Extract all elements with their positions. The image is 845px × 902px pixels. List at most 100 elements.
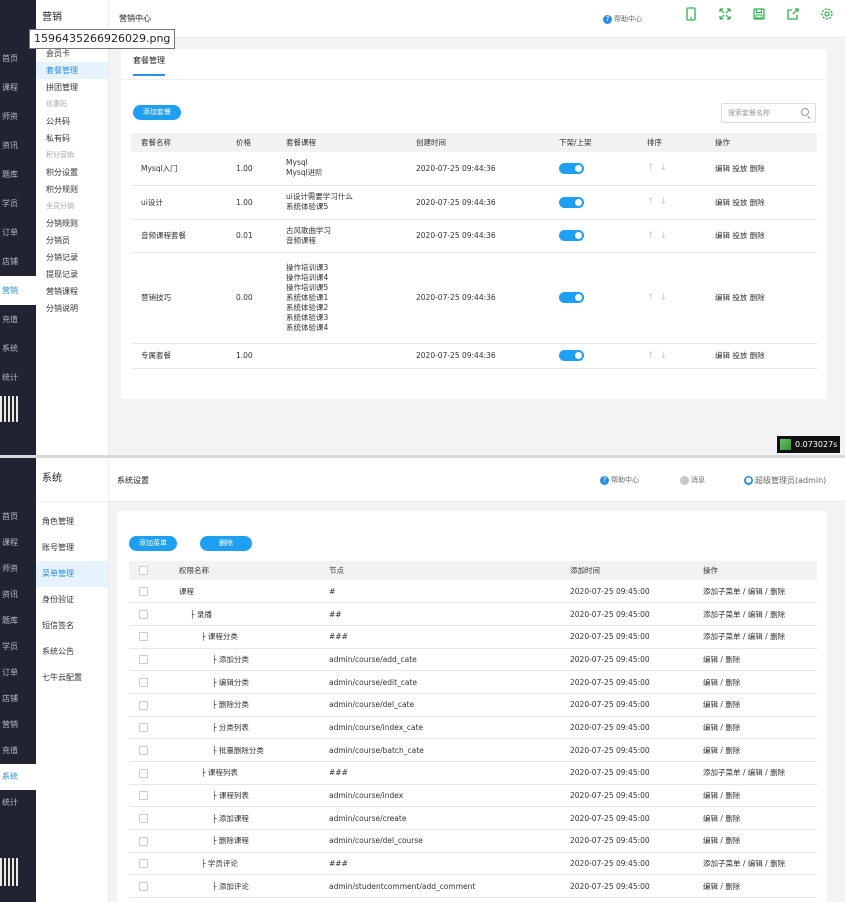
sort-arrows-icon[interactable]: ↑↓ xyxy=(647,231,672,241)
nav-item-10[interactable]: 系统 xyxy=(0,334,36,363)
row-checkbox[interactable] xyxy=(139,677,148,687)
status-toggle[interactable] xyxy=(559,230,584,241)
row-checkbox[interactable] xyxy=(139,859,148,869)
sort-arrows-icon[interactable]: ↑↓ xyxy=(647,197,672,207)
sub-nav-item[interactable]: 提现记录 xyxy=(36,266,108,283)
nav-item-6[interactable]: 订单 xyxy=(0,660,36,686)
row-checkbox[interactable] xyxy=(139,791,148,801)
tab-package-management[interactable]: 套餐管理 xyxy=(133,55,165,76)
row-actions[interactable]: 编辑 投放 删除 xyxy=(705,252,817,344)
nav-item-0[interactable]: 首页 xyxy=(0,504,36,530)
nav-item-5[interactable]: 学员 xyxy=(0,634,36,660)
status-toggle[interactable] xyxy=(559,162,584,174)
add-package-button[interactable]: 添加套餐 xyxy=(133,105,181,120)
sub-nav-item[interactable]: 分销规则 xyxy=(36,215,108,232)
user-menu[interactable]: ● 超级管理员(admin) xyxy=(744,475,826,486)
nav-item-2[interactable]: 师资 xyxy=(0,102,36,131)
sub-nav-item[interactable]: 系统公告 xyxy=(36,639,108,665)
nav-item-7[interactable]: 店铺 xyxy=(0,247,36,276)
sub-nav-item[interactable]: 套餐管理 xyxy=(36,62,108,79)
row-checkbox[interactable] xyxy=(139,700,148,710)
row-actions[interactable]: 编辑 投放 删除 xyxy=(705,185,817,220)
row-actions[interactable]: 编辑 / 删除 xyxy=(693,806,817,831)
sub-nav-item[interactable]: 身份验证 xyxy=(36,587,108,613)
row-checkbox[interactable] xyxy=(139,655,148,665)
status-toggle[interactable] xyxy=(559,350,584,361)
row-actions[interactable]: 编辑 投放 删除 xyxy=(705,343,817,369)
nav-item-4[interactable]: 题库 xyxy=(0,608,36,634)
nav-item-4[interactable]: 题库 xyxy=(0,160,36,189)
sub-nav-item[interactable]: 短信签名 xyxy=(36,613,108,639)
row-actions[interactable]: 编辑 / 删除 xyxy=(693,693,817,717)
row-checkbox[interactable] xyxy=(139,609,148,619)
select-all-checkbox[interactable] xyxy=(139,566,148,576)
sort-arrows-icon[interactable]: ↑↓ xyxy=(647,163,672,173)
nav-item-1[interactable]: 课程 xyxy=(0,530,36,556)
row-actions[interactable]: 添加子菜单 / 编辑 / 删除 xyxy=(693,852,817,876)
row-actions[interactable]: 添加子菜单 / 编辑 / 删除 xyxy=(693,602,817,626)
sub-nav-item[interactable]: 分销员 xyxy=(36,232,108,249)
row-actions[interactable]: 编辑 / 删除 xyxy=(693,648,817,672)
sort-arrows-icon[interactable]: ↑↓ xyxy=(647,351,672,361)
row-actions[interactable]: 添加子菜单 / 编辑 / 删除 xyxy=(693,580,817,604)
row-actions[interactable]: 编辑 投放 删除 xyxy=(705,219,817,253)
settings-button[interactable] xyxy=(810,0,843,28)
sub-nav-item[interactable]: 积分规则 xyxy=(36,181,108,198)
nav-item-9[interactable]: 充值 xyxy=(0,305,36,334)
row-actions[interactable]: 编辑 / 删除 xyxy=(693,738,817,762)
status-toggle[interactable] xyxy=(559,292,584,303)
sub-nav-item[interactable]: 拼团管理 xyxy=(36,79,108,96)
row-checkbox[interactable] xyxy=(139,586,148,596)
row-actions[interactable]: 编辑 / 删除 xyxy=(693,874,817,899)
nav-item-2[interactable]: 师资 xyxy=(0,556,36,582)
search-input[interactable]: 搜索套餐名称 xyxy=(721,103,816,123)
nav-item-7[interactable]: 店铺 xyxy=(0,686,36,712)
row-checkbox[interactable] xyxy=(139,723,148,733)
row-checkbox[interactable] xyxy=(139,768,148,778)
help-center-link[interactable]: ? 帮助中心 xyxy=(600,475,639,485)
sub-nav-item[interactable]: 账号管理 xyxy=(36,535,108,561)
mobile-preview-button[interactable] xyxy=(674,0,707,28)
sub-nav-item[interactable]: 积分设置 xyxy=(36,164,108,181)
sub-nav-item[interactable]: 营销课程 xyxy=(36,283,108,300)
row-checkbox[interactable] xyxy=(139,632,148,642)
nav-item-8[interactable]: 营销 xyxy=(0,712,36,738)
nav-item-11[interactable]: 统计 xyxy=(0,790,36,816)
nav-item-5[interactable]: 学员 xyxy=(0,189,36,218)
sub-nav-item[interactable]: 分销说明 xyxy=(36,300,108,317)
nav-item-9[interactable]: 充值 xyxy=(0,738,36,764)
row-checkbox[interactable] xyxy=(139,882,148,892)
nav-item-11[interactable]: 统计 xyxy=(0,363,36,392)
nav-item-10[interactable]: 系统 xyxy=(0,764,36,790)
status-toggle[interactable] xyxy=(559,196,584,208)
row-checkbox[interactable] xyxy=(139,836,148,846)
row-actions[interactable]: 添加子菜单 / 编辑 / 删除 xyxy=(693,761,817,785)
nav-item-3[interactable]: 资讯 xyxy=(0,582,36,608)
row-checkbox[interactable] xyxy=(139,813,148,823)
fullscreen-button[interactable] xyxy=(708,0,741,28)
row-actions[interactable]: 编辑 / 删除 xyxy=(693,670,817,694)
row-checkbox[interactable] xyxy=(139,745,148,755)
save-button[interactable] xyxy=(742,0,775,28)
delete-button[interactable]: 删除 xyxy=(200,536,252,551)
row-actions[interactable]: 编辑 / 删除 xyxy=(693,716,817,740)
sub-nav-item[interactable]: 七牛云配置 xyxy=(36,665,108,691)
nav-item-3[interactable]: 资讯 xyxy=(0,131,36,160)
row-actions[interactable]: 添加子菜单 / 编辑 / 删除 xyxy=(693,625,817,649)
message-link[interactable]: · 消息 xyxy=(680,475,705,485)
sub-nav-item[interactable]: 私有码 xyxy=(36,130,108,147)
sub-nav-item[interactable]: 分销记录 xyxy=(36,249,108,266)
sort-arrows-icon[interactable]: ↑↓ xyxy=(647,293,672,303)
share-button[interactable] xyxy=(776,0,809,28)
sub-nav-item[interactable]: 公共码 xyxy=(36,113,108,130)
row-actions[interactable]: 编辑 / 删除 xyxy=(693,829,817,853)
nav-item-1[interactable]: 课程 xyxy=(0,73,36,102)
nav-item-8[interactable]: 营销 xyxy=(0,276,36,305)
row-actions[interactable]: 编辑 投放 删除 xyxy=(705,152,817,186)
help-center-link[interactable]: ? 帮助中心 xyxy=(603,14,642,24)
add-menu-button[interactable]: 添加菜单 xyxy=(129,536,177,551)
sub-nav-item[interactable]: 角色管理 xyxy=(36,509,108,535)
nav-item-6[interactable]: 订单 xyxy=(0,218,36,247)
row-actions[interactable]: 编辑 / 删除 xyxy=(693,784,817,808)
sub-nav-item[interactable]: 菜单管理 xyxy=(36,561,108,587)
